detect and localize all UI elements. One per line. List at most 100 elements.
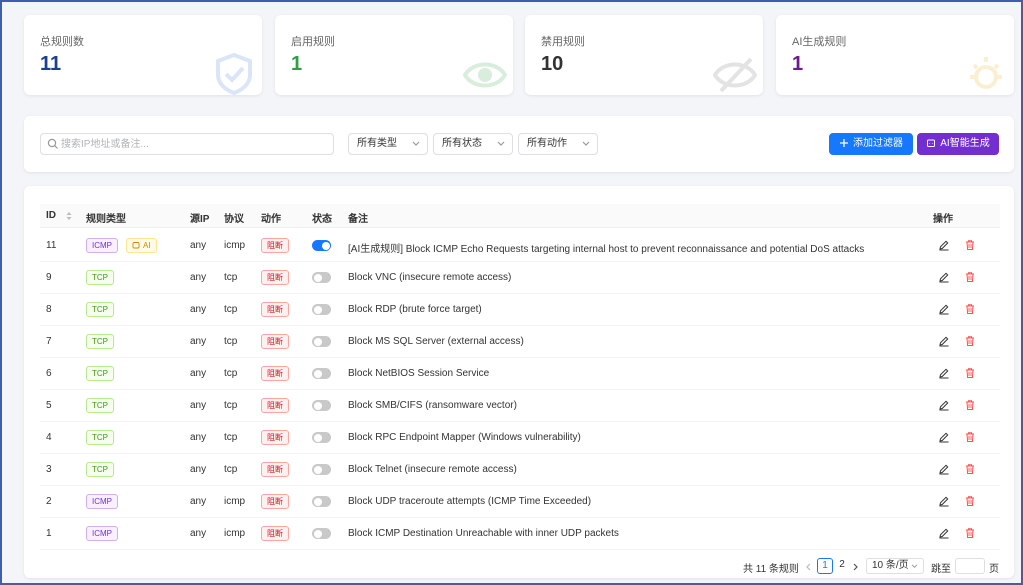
cell-note: Block Telnet (insecure remote access) [348,464,517,475]
edit-icon[interactable] [938,335,950,347]
edit-icon[interactable] [938,495,950,507]
cell-note: Block NetBIOS Session Service [348,368,490,379]
delete-icon[interactable] [964,431,976,443]
action-tag: 阻断 [261,462,289,477]
header-type: 规则类型 [86,214,126,225]
cell-id: 11 [46,240,57,251]
page-size-select[interactable]: 10 条/页 [866,558,924,574]
cell-note: Block MS SQL Server (external access) [348,336,524,347]
cell-proto: icmp [224,240,246,251]
action-tag: 阻断 [261,302,289,317]
edit-icon[interactable] [938,271,950,283]
cell-id: 1 [46,528,52,539]
type-select[interactable]: 所有类型 [348,133,428,155]
robot-icon [132,242,140,249]
plus-icon [840,139,848,147]
toggle-knob [313,337,322,346]
status-toggle[interactable] [312,464,331,475]
status-toggle[interactable] [312,528,331,539]
edit-icon[interactable] [938,239,950,251]
table-row: 11 ICMP AI any icmp 阻断 [AI生成规则] Block IC… [40,230,1000,262]
add-filter-label: 添加过滤器 [853,138,903,149]
type-tag: TCP [86,398,114,413]
toggle-knob [313,433,322,442]
edit-icon[interactable] [938,399,950,411]
cell-id: 5 [46,400,52,411]
ai-generate-label: AI智能生成 [940,138,990,149]
type-tag: TCP [86,366,114,381]
status-toggle[interactable] [312,496,331,507]
delete-icon[interactable] [964,495,976,507]
cell-src: any [190,272,207,283]
cell-proto: tcp [224,464,238,475]
action-tag: 阻断 [261,238,289,253]
delete-icon[interactable] [964,463,976,475]
add-filter-button[interactable]: 添加过滤器 [829,133,913,155]
action-tag: 阻断 [261,270,289,285]
cell-note: [AI生成规则] Block ICMP Echo Requests target… [348,244,865,255]
cell-proto: tcp [224,272,238,283]
chevron-down-icon [412,141,420,146]
header-id[interactable]: ID [46,210,56,221]
chevron-left-icon[interactable] [805,563,811,571]
status-select[interactable]: 所有状态 [433,133,513,155]
table-row: 1 ICMP any icmp 阻断 Block ICMP Destinatio… [40,518,1000,550]
cell-id: 7 [46,336,52,347]
action-select[interactable]: 所有动作 [518,133,598,155]
status-toggle[interactable] [312,272,331,283]
action-tag: 阻断 [261,526,289,541]
search-input[interactable] [61,134,329,154]
status-toggle[interactable] [312,432,331,443]
status-toggle[interactable] [312,240,331,251]
status-toggle[interactable] [312,304,331,315]
table-row: 5 TCP any tcp 阻断 Block SMB/CIFS (ransomw… [40,390,1000,422]
edit-icon[interactable] [938,527,950,539]
cell-proto: tcp [224,304,238,315]
page-2-button[interactable]: 2 [835,558,849,574]
search-box[interactable] [40,133,334,155]
ai-generate-button[interactable]: AI智能生成 [917,133,999,155]
cell-note: Block RDP (brute force target) [348,304,482,315]
toggle-knob [313,369,322,378]
type-tag: TCP [86,270,114,285]
cell-note: Block RPC Endpoint Mapper (Windows vulne… [348,432,581,443]
action-tag: 阻断 [261,334,289,349]
delete-icon[interactable] [964,239,976,251]
chevron-right-icon[interactable] [853,563,859,571]
edit-icon[interactable] [938,463,950,475]
edit-icon[interactable] [938,367,950,379]
action-select-value: 所有动作 [527,138,567,149]
status-toggle[interactable] [312,336,331,347]
edit-icon[interactable] [938,303,950,315]
delete-icon[interactable] [964,399,976,411]
stat-value: 1 [792,53,804,75]
cell-src: any [190,528,207,539]
header-status: 状态 [312,214,332,225]
cell-proto: icmp [224,528,246,539]
page-jump-input[interactable] [955,558,985,574]
eye-icon [463,62,507,88]
status-toggle[interactable] [312,368,331,379]
edit-icon[interactable] [938,431,950,443]
sort-icon[interactable] [66,211,72,221]
action-tag: 阻断 [261,366,289,381]
chevron-down-icon [497,141,505,146]
filter-bar: 所有类型 所有状态 所有动作 添加过滤器 AI智能生成 [24,116,1014,172]
page-1-button[interactable]: 1 [817,558,833,574]
page-size-value: 10 条/页 [872,560,909,571]
cell-proto: tcp [224,368,238,379]
cell-id: 4 [46,432,52,443]
status-toggle[interactable] [312,400,331,411]
type-tag: TCP [86,302,114,317]
cell-proto: tcp [224,336,238,347]
stats-row: 总规则数 11 启用规则 1 禁用规则 10 AI生成规则 1 [24,15,1014,95]
toggle-knob [313,305,322,314]
delete-icon[interactable] [964,527,976,539]
cell-src: any [190,432,207,443]
delete-icon[interactable] [964,367,976,379]
delete-icon[interactable] [964,335,976,347]
cell-note: Block ICMP Destination Unreachable with … [348,528,619,539]
delete-icon[interactable] [964,303,976,315]
type-tag: ICMP [86,494,118,509]
delete-icon[interactable] [964,271,976,283]
